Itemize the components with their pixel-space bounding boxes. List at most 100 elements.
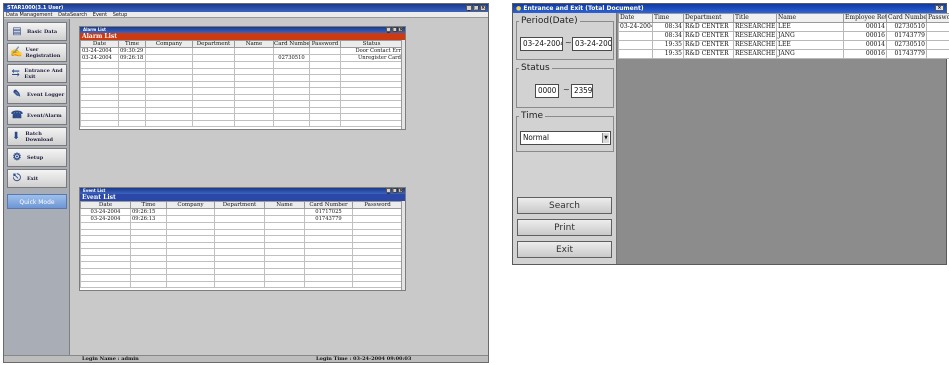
date-from-field[interactable]: 03-24-2004 bbox=[520, 37, 563, 51]
period-label: Period(Date) bbox=[519, 16, 580, 26]
menu-data-management[interactable]: Data Management bbox=[6, 12, 52, 18]
status-bar: Login Name : admin Login Time : 03-24-20… bbox=[4, 355, 488, 362]
alarm-cell bbox=[80, 119, 119, 127]
result-row[interactable]: 19:35 R&D CENTER RESEARCHE LEE 00014 02730510 bbox=[618, 40, 949, 50]
alarm-column-header[interactable]: Company bbox=[145, 40, 193, 48]
close-button[interactable]: × bbox=[480, 5, 486, 11]
alarm-column-header[interactable]: Department bbox=[192, 40, 235, 48]
alarm-cell bbox=[145, 47, 193, 55]
status-from-field[interactable]: 0000 bbox=[535, 84, 559, 98]
result-column-header[interactable]: Password bbox=[926, 13, 949, 23]
alarm-column-header[interactable]: Card Number bbox=[273, 40, 310, 48]
alarm-cell: Unregister Card bbox=[340, 54, 403, 62]
search-panel: Period(Date) 03-24-2004 ~ 03-24-2004 Sta… bbox=[513, 13, 617, 264]
event-maximize-button[interactable]: □ bbox=[392, 188, 398, 194]
result-column-header[interactable]: Date bbox=[618, 13, 653, 23]
result-cell: 01743779 bbox=[886, 49, 927, 59]
alarm-scrollbar[interactable] bbox=[401, 40, 405, 129]
event-row[interactable] bbox=[80, 280, 403, 288]
chevron-down-icon[interactable]: ▼ bbox=[602, 133, 609, 143]
menu-event[interactable]: Event bbox=[93, 12, 107, 18]
event-column-header[interactable]: Card Number bbox=[304, 201, 353, 209]
alarm-cell: 03-24-2004 bbox=[80, 54, 119, 62]
sidebar-item-event-alarm[interactable]: ☎ Event/Alarm bbox=[7, 106, 67, 125]
alarm-row[interactable]: 03-24-2004 09:26:18 02730510 Unregister Car… bbox=[80, 54, 403, 62]
sidebar-item-label: Batch Download bbox=[25, 130, 53, 143]
event-column-header[interactable]: Time bbox=[130, 201, 167, 209]
search-button[interactable]: Search bbox=[517, 197, 612, 214]
date-to-field[interactable]: 03-24-2004 bbox=[572, 37, 612, 51]
alarm-column-header[interactable]: Time bbox=[118, 40, 146, 48]
minimize-button[interactable]: _ bbox=[466, 5, 472, 11]
result-cell: 19:35 bbox=[652, 49, 684, 59]
result-cell: R&D CENTER bbox=[683, 22, 734, 32]
result-column-header[interactable]: Employee Ret bbox=[843, 13, 887, 23]
print-button[interactable]: Print bbox=[517, 219, 612, 236]
sidebar-item-batch-download[interactable]: ⬇ Batch Download bbox=[7, 127, 67, 146]
alarm-row[interactable] bbox=[80, 119, 403, 127]
result-column-header[interactable]: Department bbox=[683, 13, 734, 23]
event-column-header[interactable]: Department bbox=[214, 201, 265, 209]
alarm-maximize-button[interactable]: □ bbox=[392, 27, 398, 33]
result-cell: 03-24-2004 bbox=[618, 22, 653, 32]
alarm-list-header: Alarm List bbox=[80, 33, 405, 40]
quick-mode-button[interactable]: Quick Mode bbox=[7, 194, 67, 209]
result-cell: 19:35 bbox=[652, 40, 684, 50]
event-column-header[interactable]: Password bbox=[352, 201, 403, 209]
result-row[interactable]: 19:35 R&D CENTER RESEARCHE JANG 00016 0174377… bbox=[618, 49, 949, 59]
event-column-header[interactable]: Name bbox=[264, 201, 305, 209]
time-select[interactable]: Normal ▼ bbox=[520, 131, 611, 145]
result-row[interactable]: 03-24-2004 08:34 R&D CENTER RESEARCHE LEE 000… bbox=[618, 22, 949, 32]
sidebar-item-label: Exit bbox=[27, 175, 39, 182]
event-minimize-button[interactable]: _ bbox=[386, 188, 391, 194]
result-column-header[interactable]: Card Number bbox=[886, 13, 927, 23]
result-column-header[interactable]: Time bbox=[652, 13, 684, 23]
alarm-row[interactable]: 03-24-2004 09:30:29 Door Contact Err bbox=[80, 47, 403, 55]
status-group: Status 0000 ~ 2359 bbox=[516, 63, 614, 108]
result-cell bbox=[926, 22, 949, 32]
alarm-cell bbox=[309, 119, 341, 127]
sidebar: ▤ Basic Data ✍ User Registration ⇆ Entrance A… bbox=[4, 19, 70, 355]
sidebar-item-user-registration[interactable]: ✍ User Registration bbox=[7, 43, 67, 62]
event-scrollbar[interactable] bbox=[401, 201, 405, 290]
menu-setup[interactable]: Setup bbox=[113, 12, 128, 18]
event-row[interactable]: 03-24-2004 09:26:13 01743779 bbox=[80, 215, 403, 223]
results-grid: Date Time Department Title Name Employee Ret C… bbox=[618, 13, 949, 59]
menu-data-search[interactable]: DataSearch bbox=[58, 12, 87, 18]
alarm-column-header[interactable]: Status bbox=[340, 40, 403, 48]
event-list-header: Event List bbox=[80, 194, 405, 201]
result-column-header[interactable]: Title bbox=[733, 13, 777, 23]
entrance-exit-title: Entrance and Exit (Total Document) bbox=[523, 5, 644, 12]
exit-button[interactable]: Exit bbox=[517, 241, 612, 258]
maximize-button[interactable]: □ bbox=[473, 5, 479, 11]
result-column-header[interactable]: Name bbox=[776, 13, 844, 23]
alarm-cell: 09:30:29 bbox=[118, 47, 146, 55]
sidebar-item-entrance-and-exit[interactable]: ⇆ Entrance And Exit bbox=[7, 64, 67, 83]
result-row[interactable]: 08:34 R&D CENTER RESEARCHE JANG 00016 0174377… bbox=[618, 31, 949, 41]
event-column-header[interactable]: Date bbox=[80, 201, 131, 209]
sidebar-item-setup[interactable]: ⚙ Setup bbox=[7, 148, 67, 167]
sidebar-item-event-logger[interactable]: ✎ Event Logger bbox=[7, 85, 67, 104]
event-column-header[interactable]: Company bbox=[166, 201, 215, 209]
alarm-cell: Door Contact Err bbox=[340, 47, 403, 55]
result-cell: 00016 bbox=[843, 49, 887, 59]
event-cell bbox=[352, 215, 403, 223]
sidebar-item-exit[interactable]: ⎋ Exit bbox=[7, 169, 67, 188]
status-to-field[interactable]: 2359 bbox=[571, 84, 593, 98]
event-close-button[interactable]: × bbox=[398, 188, 403, 194]
result-cell: 02730510 bbox=[886, 22, 927, 32]
event-cell bbox=[352, 208, 403, 216]
event-cell: 09:26:15 bbox=[130, 208, 167, 216]
alarm-column-header[interactable]: Name bbox=[234, 40, 274, 48]
event-row[interactable]: 03-24-2004 09:26:15 01717025 bbox=[80, 208, 403, 216]
alarm-minimize-button[interactable]: _ bbox=[386, 27, 391, 33]
alarm-cell bbox=[145, 54, 193, 62]
alarm-cell bbox=[234, 54, 274, 62]
sidebar-item-basic-data[interactable]: ▤ Basic Data bbox=[7, 22, 67, 41]
alarm-cell bbox=[309, 47, 341, 55]
alarm-column-header[interactable]: Date bbox=[80, 40, 119, 48]
event-cell bbox=[214, 215, 265, 223]
alarm-close-button[interactable]: × bbox=[398, 27, 403, 33]
alarm-column-header[interactable]: Password bbox=[309, 40, 341, 48]
entrance-exit-close-button[interactable]: × bbox=[935, 5, 944, 11]
